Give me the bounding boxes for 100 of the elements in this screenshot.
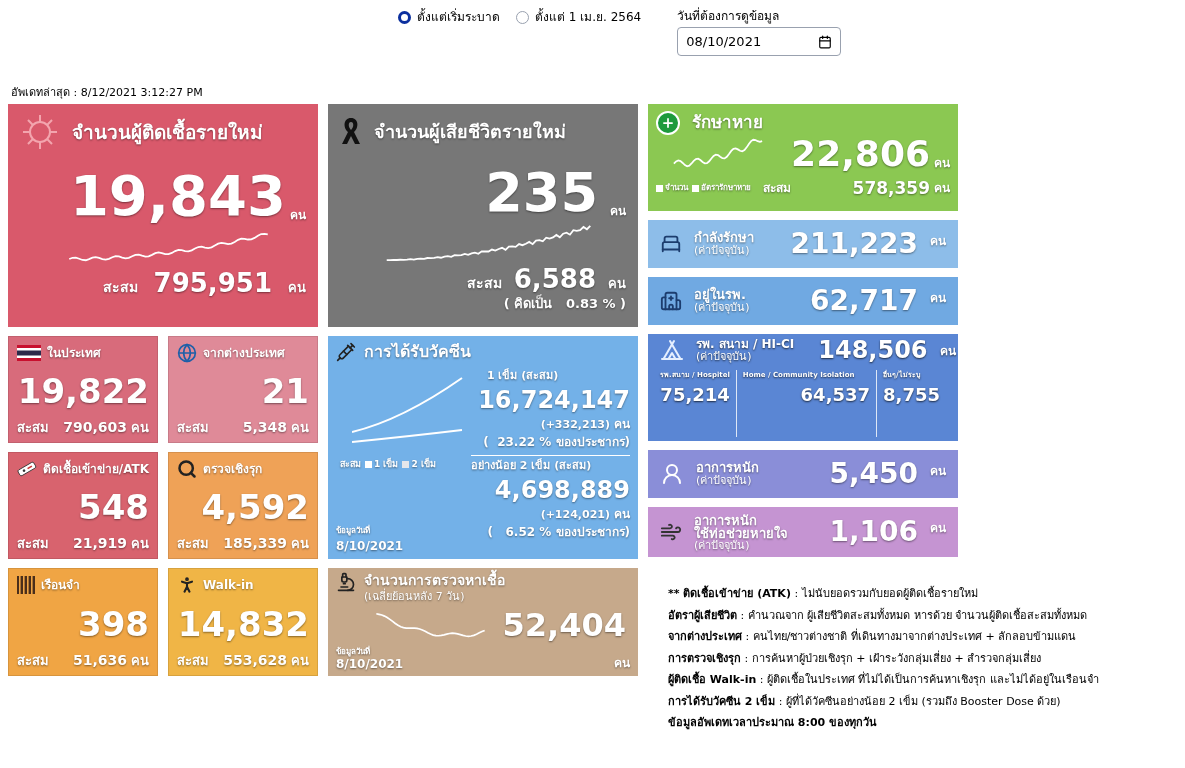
microscope-icon — [336, 572, 356, 592]
stat-value: 22,806 — [791, 135, 930, 172]
total-value: 553,628 — [223, 651, 287, 670]
card-title: เรือนจำ — [41, 577, 80, 594]
unit-label: คน — [291, 535, 309, 553]
card-title: อยู่ในรพ. — [694, 288, 746, 303]
note-text: การได้รับวัคซีน 2 เข็ม : ผู้ที่ได้วัคซีนอย่างน้อย 2 เข็ม (รวมถึง Booster Dose ด้วย) — [668, 693, 1062, 710]
unit-label: คน — [614, 415, 630, 433]
card-title: จำนวนผู้ติดเชื้อรายใหม่ — [72, 117, 263, 147]
stat-value: 4,592 — [201, 490, 309, 524]
breakdown-value: 64,537 — [800, 382, 871, 407]
total-label: สะสม — [177, 419, 209, 437]
unit-label: คน — [614, 655, 630, 672]
card-subtitle: (เฉลี่ยย้อนหลัง 7 วัน) — [364, 589, 466, 604]
legend-swatch — [365, 461, 372, 469]
stat-value: 548 — [78, 490, 149, 524]
stat-value: 19,822 — [17, 374, 149, 408]
card-title: กำลังรักษา — [694, 231, 754, 246]
total-value: 790,603 — [63, 418, 127, 437]
card-title: ติดเชื้อเข้าข่าย/ATK — [42, 460, 149, 478]
card-title: การได้รับวัคซีน — [364, 341, 471, 363]
unit-label: คน — [939, 343, 956, 360]
unit-label: คน — [610, 203, 626, 220]
data-date: 8/10/2021 — [336, 657, 404, 672]
dose-label: 1 เข็ม (สะสม) — [487, 368, 559, 384]
legend-label: 1 เข็ม — [374, 458, 399, 471]
card-title: อาการหนัก — [694, 513, 757, 527]
total-label: สะสม — [17, 652, 49, 670]
stat-value: 62,717 — [809, 287, 918, 315]
unit-label: คน — [131, 419, 149, 437]
card-title: จากต่างประเทศ — [203, 345, 285, 362]
total-label: สะสม — [177, 535, 209, 553]
stat-value: 52,404 — [502, 609, 626, 642]
date-label: ข้อมูลวันที่ — [336, 525, 371, 537]
total-value: 578,359 — [852, 176, 930, 200]
card-title: จำนวนผู้เสียชีวิตรายใหม่ — [374, 119, 566, 145]
death-rate: ( คิดเป็น 0.83 % ) — [503, 294, 626, 313]
unit-label: คน — [934, 154, 950, 172]
unit-label: คน — [288, 279, 306, 297]
globe-icon — [177, 343, 197, 363]
dose-value: 16,724,147 — [478, 384, 630, 415]
stat-value: 1,106 — [829, 518, 918, 546]
date-field[interactable]: 08/10/2021 — [677, 27, 842, 56]
legend-label: 2 เข็ม — [411, 458, 436, 471]
total-label: สะสม — [17, 535, 49, 553]
legend-label: จำนวน — [665, 182, 688, 195]
legend-swatch — [402, 461, 410, 469]
card-title: (ค่าปัจจุบัน) — [694, 302, 750, 314]
legend-label: อัตรารักษาหาย — [701, 182, 751, 195]
card-title: (ค่าปัจจุบัน) — [696, 475, 753, 487]
search-icon — [177, 459, 197, 479]
bars-icon — [17, 576, 35, 594]
note-text: จากต่างประเทศ : คนไทย/ชาวต่างชาติ ที่เดินทางมาจากต่างประเทศ + ลักลอบข้ามแดน — [668, 629, 1078, 645]
total-label: สะสม — [17, 419, 49, 437]
note-text: ** ติดเชื้อเข้าข่าย (ATK) : ไม่นับยอดรวมกับยอดผู้ติดเชื้อรายใหม่ — [668, 586, 979, 602]
total-value: 185,339 — [223, 534, 287, 553]
card-subtitle: (ค่าปัจจุบัน) — [696, 350, 753, 363]
bed-icon — [660, 233, 682, 255]
plus-icon — [656, 110, 680, 135]
date-label: ข้อมูลวันที่ — [336, 647, 371, 657]
card-title: Walk-in — [203, 577, 254, 594]
dose-label: อย่างน้อย 2 เข็ม (สะสม) — [471, 458, 592, 474]
card-title: ในประเทศ — [47, 344, 101, 362]
card-title: รักษาหาย — [692, 111, 763, 134]
unit-label: คน — [608, 275, 626, 293]
radio-option[interactable]: ตั้งแต่ 1 เม.ย. 2564 — [516, 8, 642, 26]
note-text: ข้อมูลอัพเดทเวลาประมาณ 8:00 ของทุกวัน — [668, 715, 879, 732]
total-value: 6,588 — [513, 266, 596, 292]
flag-icon — [17, 345, 41, 361]
tent-icon — [660, 338, 684, 363]
total-label: สะสม — [466, 274, 502, 293]
stat-value: 5,450 — [829, 460, 918, 488]
unit-label: คน — [934, 180, 950, 198]
total-label: สะสม — [102, 278, 138, 297]
patient-icon — [660, 462, 684, 486]
unit-label: คน — [930, 463, 946, 480]
card-title: ตรวจเชิงรุก — [203, 461, 262, 478]
card-title: (ค่าปัจจุบัน) — [694, 539, 750, 551]
legend-swatch — [656, 184, 663, 192]
card-title: ใช้ท่อช่วยหายใจ — [694, 526, 788, 540]
stat-value: 14,832 — [177, 606, 309, 641]
data-date: 8/10/2021 — [336, 538, 405, 555]
radio-button[interactable] — [398, 10, 411, 24]
unit-label: คน — [614, 505, 630, 523]
population-share: ( 23.22 % ของประชากร) — [483, 434, 630, 451]
ribbon-icon — [340, 116, 362, 146]
stat-value: 19,843 — [69, 168, 286, 224]
total-value: 21,919 — [72, 534, 127, 553]
syringe-icon — [336, 342, 356, 362]
population-share: ( 6.52 % ของประชากร) — [487, 524, 630, 541]
unit-label: คน — [930, 233, 946, 250]
dose-change: (+124,021) — [540, 506, 610, 523]
note-text: อัตราผู้เสียชีวิต : คำนวณจาก ผู้เสียชีวิตสะสมทั้งหมด หารด้วย จำนวนผู้ติดเชื้อสะสมทั้งหมด — [668, 607, 1089, 624]
legend-swatch — [692, 184, 699, 192]
unit-label: คน — [930, 290, 946, 307]
note-text: ผู้ติดเชื้อ Walk-in : ผู้ติดเชื้อในประเทศ ที่ไม่ได้เป็นการค้นหาเชิงรุก และไม่ได้อยู่ในเรือนจำ — [668, 672, 1100, 689]
total-label: สะสม — [177, 652, 209, 670]
card-title: รพ. สนาม / HI-CI — [696, 338, 795, 351]
hospital-icon — [660, 290, 682, 312]
radio-option[interactable]: ตั้งแต่เริ่มระบาด — [398, 8, 500, 26]
